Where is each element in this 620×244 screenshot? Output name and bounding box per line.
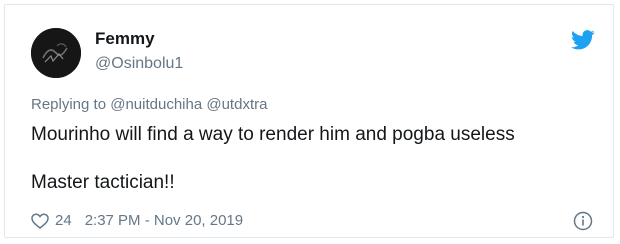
like-count[interactable]: 24 [55,212,72,230]
mention-link[interactable]: @nuitduchiha [110,96,202,113]
avatar-image [31,28,81,78]
tweet-text: Mourinho will find a way to render him a… [31,123,515,195]
reply-prefix: Replying to [31,96,107,113]
timestamp[interactable]: 2:37 PM - Nov 20, 2019 [85,212,243,230]
tweet-footer: 24 2:37 PM - Nov 20, 2019 [31,212,243,230]
tweet-card: Femmy @Osinbolu1 Replying to @nuitduchih… [4,4,614,238]
user-handle[interactable]: @Osinbolu1 [95,54,183,74]
mention-link[interactable]: @utdxtra [206,96,267,113]
display-name[interactable]: Femmy [95,29,155,49]
tweet-text-line: Master tactician!! [31,172,175,193]
info-icon[interactable] [573,211,593,231]
avatar[interactable] [31,28,81,78]
reply-context: Replying to @nuitduchiha @utdxtra [31,96,267,114]
tweet-text-line: Mourinho will find a way to render him a… [31,124,515,145]
twitter-bird-icon[interactable] [571,30,595,50]
heart-icon[interactable] [31,213,49,229]
